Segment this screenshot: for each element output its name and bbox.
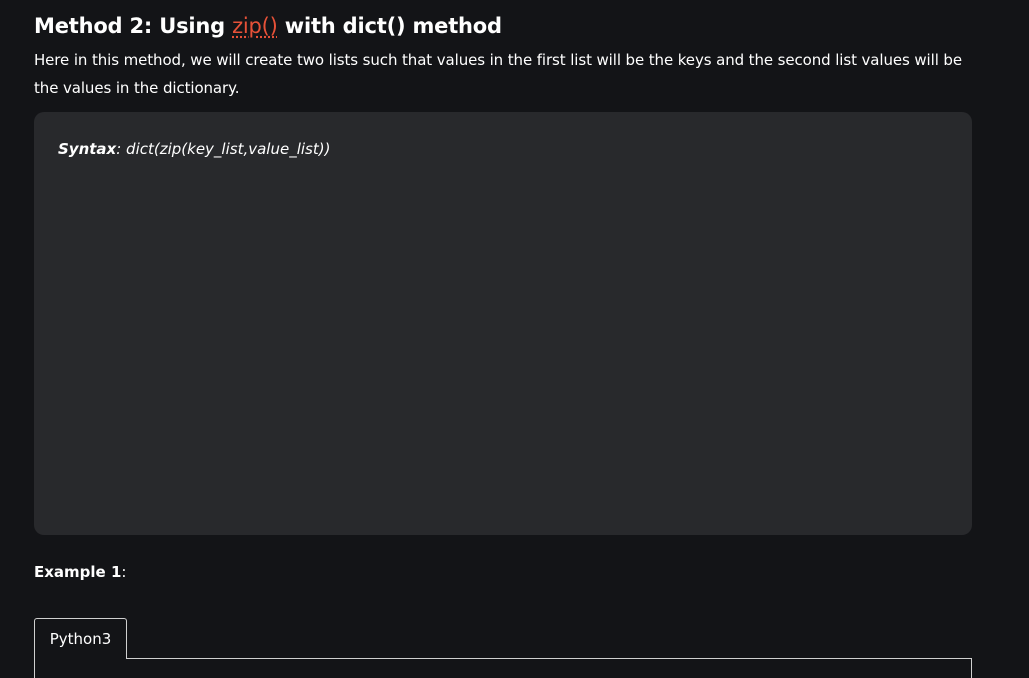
code-block-left-border <box>34 658 35 678</box>
zip-link[interactable]: zip() <box>232 14 278 38</box>
syntax-box: Syntax: dict(zip(key_list,value_list)) <box>34 112 972 535</box>
example-heading: Example 1: <box>34 563 126 581</box>
syntax-label: Syntax <box>58 140 117 158</box>
tab-python3[interactable]: Python3 <box>34 618 127 659</box>
intro-paragraph: Here in this method, we will create two … <box>34 51 962 97</box>
syntax-line: Syntax: dict(zip(key_list,value_list)) <box>58 140 330 158</box>
tab-baseline <box>126 658 972 659</box>
example-suffix: : <box>121 563 127 581</box>
heading-suffix: with dict() method <box>277 14 502 38</box>
syntax-code: : dict(zip(key_list,value_list)) <box>116 140 331 158</box>
heading-prefix: Method 2: Using <box>34 14 233 38</box>
code-block-right-border <box>971 658 972 678</box>
example-label: Example 1 <box>34 563 122 581</box>
code-tab-strip: Python3 <box>34 618 972 678</box>
method-heading: Method 2: Using zip() with dict() method <box>34 11 502 41</box>
